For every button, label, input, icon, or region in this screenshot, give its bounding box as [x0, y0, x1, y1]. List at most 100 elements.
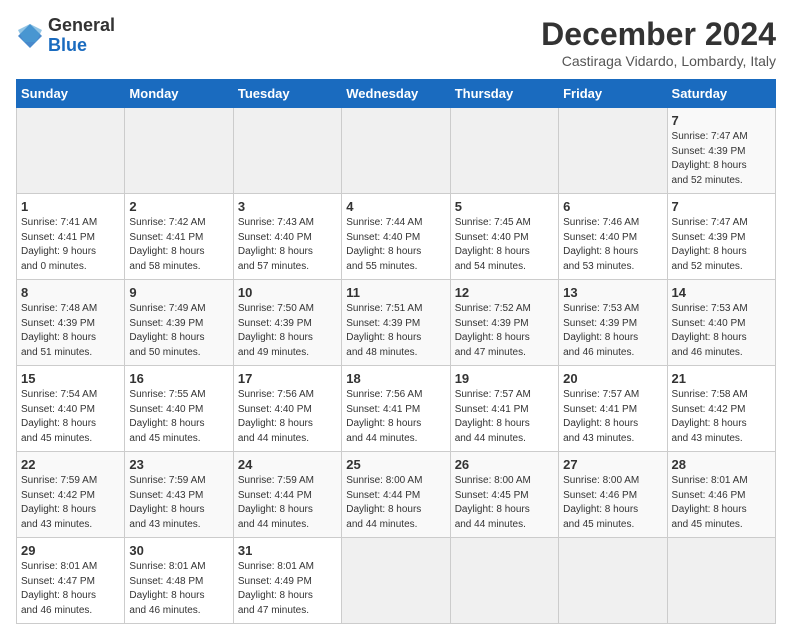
- col-sunday: Sunday: [17, 80, 125, 108]
- day-info: Sunrise: 7:55 AM Sunset: 4:40 PM Dayligh…: [129, 388, 228, 446]
- day-info: Sunrise: 7:53 AM Sunset: 4:40 PM Dayligh…: [672, 302, 771, 360]
- table-row: [559, 108, 667, 194]
- day-number: 13: [563, 285, 662, 300]
- day-number: 24: [238, 457, 337, 472]
- day-number: 20: [563, 371, 662, 386]
- day-number: 9: [129, 285, 228, 300]
- day-number: 2: [129, 199, 228, 214]
- day-info: Sunrise: 7:48 AM Sunset: 4:39 PM Dayligh…: [21, 302, 120, 360]
- day-number: 17: [238, 371, 337, 386]
- table-row: 8 Sunrise: 7:48 AM Sunset: 4:39 PM Daylig…: [17, 280, 125, 366]
- col-friday: Friday: [559, 80, 667, 108]
- day-info: Sunrise: 7:56 AM Sunset: 4:40 PM Dayligh…: [238, 388, 337, 446]
- logo: General Blue: [16, 16, 115, 56]
- table-row: 24 Sunrise: 7:59 AM Sunset: 4:44 PM Dayli…: [233, 452, 341, 538]
- table-row: 5Sunrise: 7:45 AM Sunset: 4:40 PM Daylig…: [450, 194, 558, 280]
- day-info: Sunrise: 7:44 AM Sunset: 4:40 PM Dayligh…: [346, 216, 445, 274]
- day-number: 28: [672, 457, 771, 472]
- day-info: Sunrise: 7:46 AM Sunset: 4:40 PM Dayligh…: [563, 216, 662, 274]
- day-number: 16: [129, 371, 228, 386]
- day-number: 8: [21, 285, 120, 300]
- calendar-body: 7 Sunrise: 7:47 AM Sunset: 4:39 PM Daylig…: [17, 108, 776, 624]
- day-number: 21: [672, 371, 771, 386]
- table-row: [559, 538, 667, 624]
- table-row: 25 Sunrise: 8:00 AM Sunset: 4:44 PM Dayli…: [342, 452, 450, 538]
- table-row: 28 Sunrise: 8:01 AM Sunset: 4:46 PM Dayli…: [667, 452, 775, 538]
- day-number: 10: [238, 285, 337, 300]
- table-row: 6 Sunrise: 7:46 AM Sunset: 4:40 PM Daylig…: [559, 194, 667, 280]
- day-info: Sunrise: 7:52 AM Sunset: 4:39 PM Dayligh…: [455, 302, 554, 360]
- col-saturday: Saturday: [667, 80, 775, 108]
- day-info: Sunrise: 7:57 AM Sunset: 4:41 PM Dayligh…: [563, 388, 662, 446]
- day-info: Sunrise: 7:54 AM Sunset: 4:40 PM Dayligh…: [21, 388, 120, 446]
- table-row: 22 Sunrise: 7:59 AM Sunset: 4:42 PM Dayli…: [17, 452, 125, 538]
- col-monday: Monday: [125, 80, 233, 108]
- day-number: 31: [238, 543, 337, 558]
- day-info: Sunrise: 7:50 AM Sunset: 4:39 PM Dayligh…: [238, 302, 337, 360]
- table-row: 10 Sunrise: 7:50 AM Sunset: 4:39 PM Dayli…: [233, 280, 341, 366]
- table-row: 23Sunrise: 7:59 AM Sunset: 4:43 PM Dayli…: [125, 452, 233, 538]
- day-info: Sunrise: 7:43 AM Sunset: 4:40 PM Dayligh…: [238, 216, 337, 274]
- title-area: December 2024 Castiraga Vidardo, Lombard…: [541, 16, 776, 69]
- table-row: 13 Sunrise: 7:53 AM Sunset: 4:39 PM Dayli…: [559, 280, 667, 366]
- day-info: Sunrise: 7:53 AM Sunset: 4:39 PM Dayligh…: [563, 302, 662, 360]
- day-number: 12: [455, 285, 554, 300]
- table-row: [125, 108, 233, 194]
- table-row: [450, 108, 558, 194]
- table-row: 7Sunrise: 7:47 AM Sunset: 4:39 PM Daylig…: [667, 108, 775, 194]
- table-row: [342, 538, 450, 624]
- day-info: Sunrise: 8:01 AM Sunset: 4:48 PM Dayligh…: [129, 560, 228, 618]
- logo-text: General Blue: [48, 16, 115, 56]
- day-info: Sunrise: 8:01 AM Sunset: 4:46 PM Dayligh…: [672, 474, 771, 532]
- day-info: Sunrise: 7:51 AM Sunset: 4:39 PM Dayligh…: [346, 302, 445, 360]
- day-number: 26: [455, 457, 554, 472]
- day-info: Sunrise: 7:59 AM Sunset: 4:44 PM Dayligh…: [238, 474, 337, 532]
- table-row: 14Sunrise: 7:53 AM Sunset: 4:40 PM Dayli…: [667, 280, 775, 366]
- table-row: 7Sunrise: 7:47 AM Sunset: 4:39 PM Daylig…: [667, 194, 775, 280]
- table-row: 20 Sunrise: 7:57 AM Sunset: 4:41 PM Dayli…: [559, 366, 667, 452]
- day-number: 11: [346, 285, 445, 300]
- table-row: 17 Sunrise: 7:56 AM Sunset: 4:40 PM Dayli…: [233, 366, 341, 452]
- table-row: 2 Sunrise: 7:42 AM Sunset: 4:41 PM Daylig…: [125, 194, 233, 280]
- day-info: Sunrise: 8:01 AM Sunset: 4:47 PM Dayligh…: [21, 560, 120, 618]
- col-thursday: Thursday: [450, 80, 558, 108]
- day-number: 15: [21, 371, 120, 386]
- day-number: 1: [21, 199, 120, 214]
- subtitle: Castiraga Vidardo, Lombardy, Italy: [541, 53, 776, 69]
- day-info: Sunrise: 7:47 AM Sunset: 4:39 PM Dayligh…: [672, 130, 771, 188]
- day-number: 7: [672, 199, 771, 214]
- table-row: 31 Sunrise: 8:01 AM Sunset: 4:49 PM Dayli…: [233, 538, 341, 624]
- day-info: Sunrise: 7:57 AM Sunset: 4:41 PM Dayligh…: [455, 388, 554, 446]
- day-number: 18: [346, 371, 445, 386]
- col-wednesday: Wednesday: [342, 80, 450, 108]
- day-number: 19: [455, 371, 554, 386]
- calendar-header: Sunday Monday Tuesday Wednesday Thursday…: [17, 80, 776, 108]
- table-row: 21Sunrise: 7:58 AM Sunset: 4:42 PM Dayli…: [667, 366, 775, 452]
- day-info: Sunrise: 7:45 AM Sunset: 4:40 PM Dayligh…: [455, 216, 554, 274]
- table-row: 16 Sunrise: 7:55 AM Sunset: 4:40 PM Dayli…: [125, 366, 233, 452]
- table-row: 4 Sunrise: 7:44 AM Sunset: 4:40 PM Daylig…: [342, 194, 450, 280]
- col-tuesday: Tuesday: [233, 80, 341, 108]
- table-row: 11 Sunrise: 7:51 AM Sunset: 4:39 PM Dayli…: [342, 280, 450, 366]
- day-info: Sunrise: 8:01 AM Sunset: 4:49 PM Dayligh…: [238, 560, 337, 618]
- table-row: 12 Sunrise: 7:52 AM Sunset: 4:39 PM Dayli…: [450, 280, 558, 366]
- table-row: 3Sunrise: 7:43 AM Sunset: 4:40 PM Daylig…: [233, 194, 341, 280]
- main-title: December 2024: [541, 16, 776, 53]
- day-number: 25: [346, 457, 445, 472]
- day-info: Sunrise: 7:56 AM Sunset: 4:41 PM Dayligh…: [346, 388, 445, 446]
- calendar-table: Sunday Monday Tuesday Wednesday Thursday…: [16, 79, 776, 624]
- day-number: 6: [563, 199, 662, 214]
- day-info: Sunrise: 7:42 AM Sunset: 4:41 PM Dayligh…: [129, 216, 228, 274]
- table-row: [667, 538, 775, 624]
- table-row: 30Sunrise: 8:01 AM Sunset: 4:48 PM Dayli…: [125, 538, 233, 624]
- day-number: 22: [21, 457, 120, 472]
- table-row: 27Sunrise: 8:00 AM Sunset: 4:46 PM Dayli…: [559, 452, 667, 538]
- day-number: 4: [346, 199, 445, 214]
- day-info: Sunrise: 7:59 AM Sunset: 4:42 PM Dayligh…: [21, 474, 120, 532]
- day-info: Sunrise: 7:41 AM Sunset: 4:41 PM Dayligh…: [21, 216, 120, 274]
- table-row: 19 Sunrise: 7:57 AM Sunset: 4:41 PM Dayli…: [450, 366, 558, 452]
- table-row: 18 Sunrise: 7:56 AM Sunset: 4:41 PM Dayli…: [342, 366, 450, 452]
- table-row: 29Sunrise: 8:01 AM Sunset: 4:47 PM Dayli…: [17, 538, 125, 624]
- day-info: Sunrise: 8:00 AM Sunset: 4:44 PM Dayligh…: [346, 474, 445, 532]
- table-row: 1 Sunrise: 7:41 AM Sunset: 4:41 PM Daylig…: [17, 194, 125, 280]
